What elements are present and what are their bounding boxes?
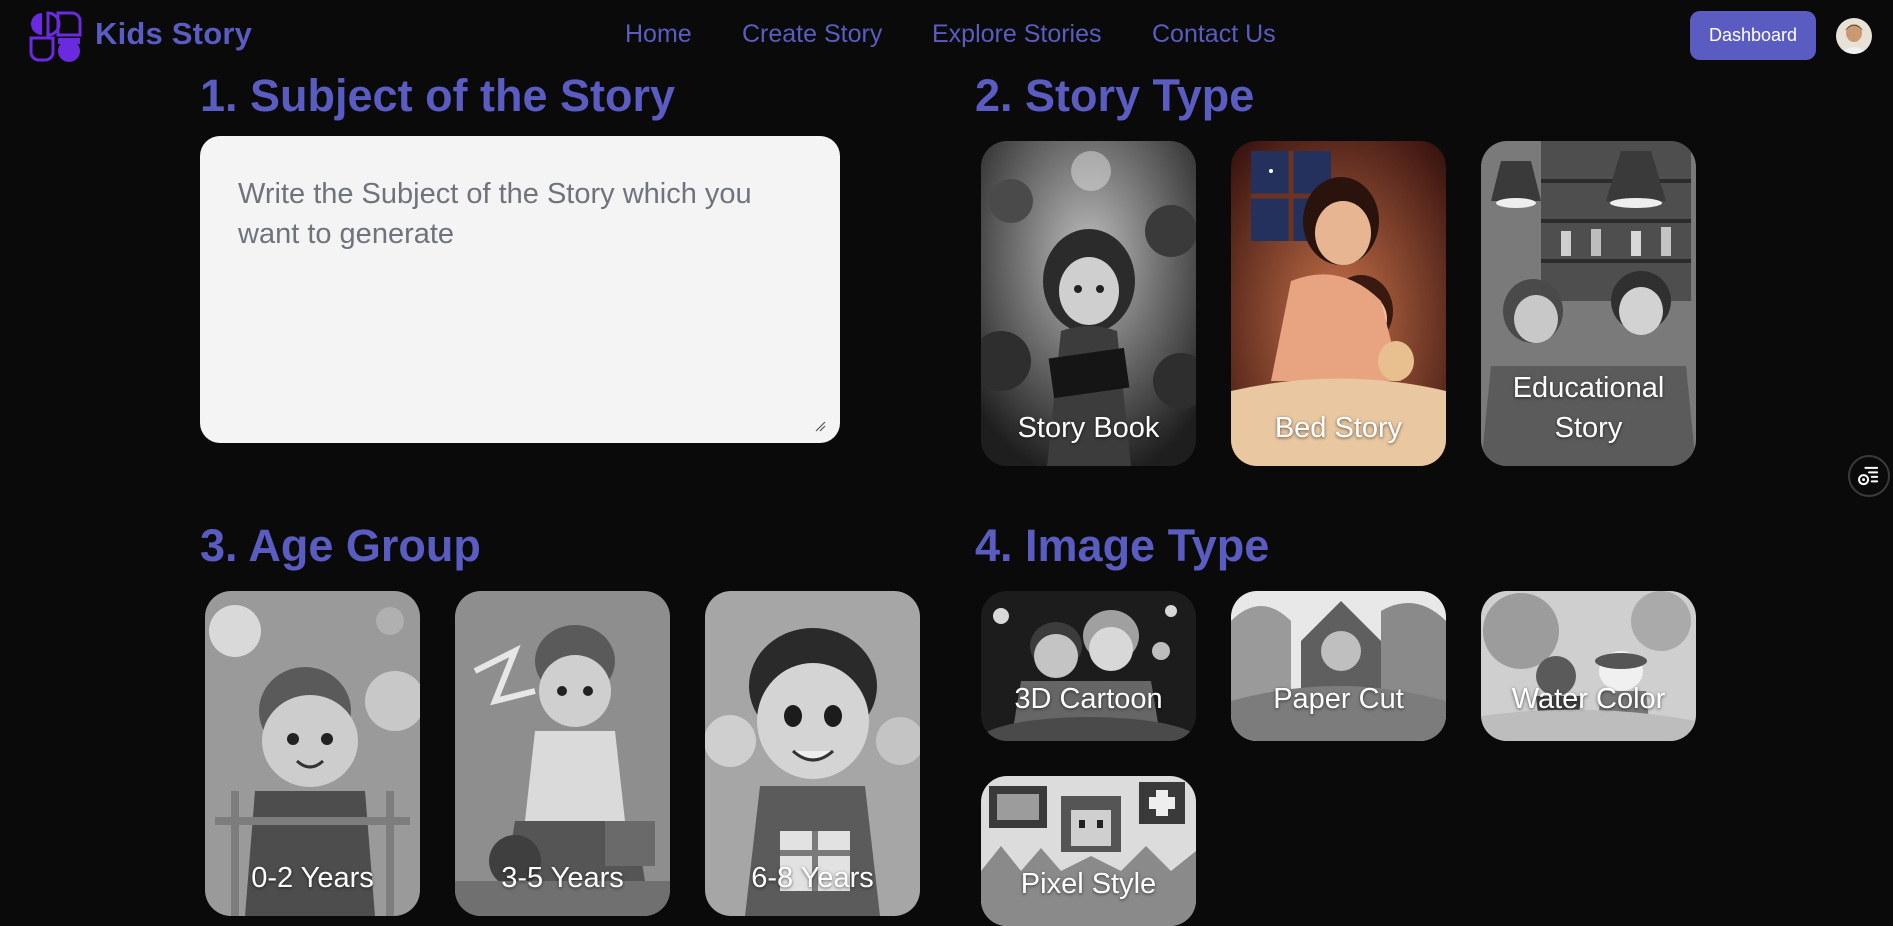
story-subject-input[interactable] xyxy=(200,136,840,443)
top-navigation-bar: Kids Story Home Create Story Explore Sto… xyxy=(0,0,1893,72)
image-type-section-title: 4. Image Type xyxy=(975,520,1270,571)
story-type-card-bed-story[interactable]: Bed Story xyxy=(1231,141,1446,466)
age-group-label: 0-2 Years xyxy=(251,862,374,894)
image-type-card-pixel-style[interactable]: Pixel Style xyxy=(981,776,1196,926)
nav-link-create-story[interactable]: Create Story xyxy=(742,20,882,49)
age-group-label: 6-8 Years xyxy=(751,862,874,894)
nav-link-home[interactable]: Home xyxy=(625,20,692,49)
user-avatar[interactable] xyxy=(1836,18,1872,54)
age-group-section-title: 3. Age Group xyxy=(200,520,481,571)
nav-link-contact-us[interactable]: Contact Us xyxy=(1152,20,1276,49)
image-type-card-water-color[interactable]: Water Color xyxy=(1481,591,1696,741)
age-group-card-6-8-years[interactable]: 6-8 Years xyxy=(705,591,920,916)
kids-story-logo-icon[interactable] xyxy=(28,10,82,62)
story-type-label: Story Book xyxy=(1017,412,1160,444)
story-type-label: Educational Story xyxy=(1512,372,1665,444)
story-type-section-title: 2. Story Type xyxy=(975,70,1255,121)
story-type-card-story-book[interactable]: Story Book xyxy=(981,141,1196,466)
image-type-label: Paper Cut xyxy=(1273,683,1404,715)
image-type-label: Water Color xyxy=(1511,683,1666,715)
age-group-label: 3-5 Years xyxy=(501,862,624,894)
brand-name[interactable]: Kids Story xyxy=(95,16,252,52)
nav-link-explore-stories[interactable]: Explore Stories xyxy=(932,20,1102,49)
age-group-card-3-5-years[interactable]: 3-5 Years xyxy=(455,591,670,916)
image-type-card-3d-cartoon[interactable]: 3D Cartoon xyxy=(981,591,1196,741)
image-type-card-paper-cut[interactable]: Paper Cut xyxy=(1231,591,1446,741)
dashboard-button[interactable]: Dashboard xyxy=(1690,11,1816,60)
filter-settings-icon xyxy=(1858,466,1879,486)
image-type-label: 3D Cartoon xyxy=(1014,683,1163,715)
story-type-label: Bed Story xyxy=(1274,412,1403,444)
age-group-card-0-2-years[interactable]: 0-2 Years xyxy=(205,591,420,916)
image-type-label: Pixel Style xyxy=(1020,868,1157,900)
subject-section-title: 1. Subject of the Story xyxy=(200,70,676,121)
resize-grip-icon[interactable] xyxy=(814,420,826,432)
story-type-card-educational-story[interactable]: Educational Story xyxy=(1481,141,1696,466)
filter-settings-button[interactable] xyxy=(1848,455,1890,497)
